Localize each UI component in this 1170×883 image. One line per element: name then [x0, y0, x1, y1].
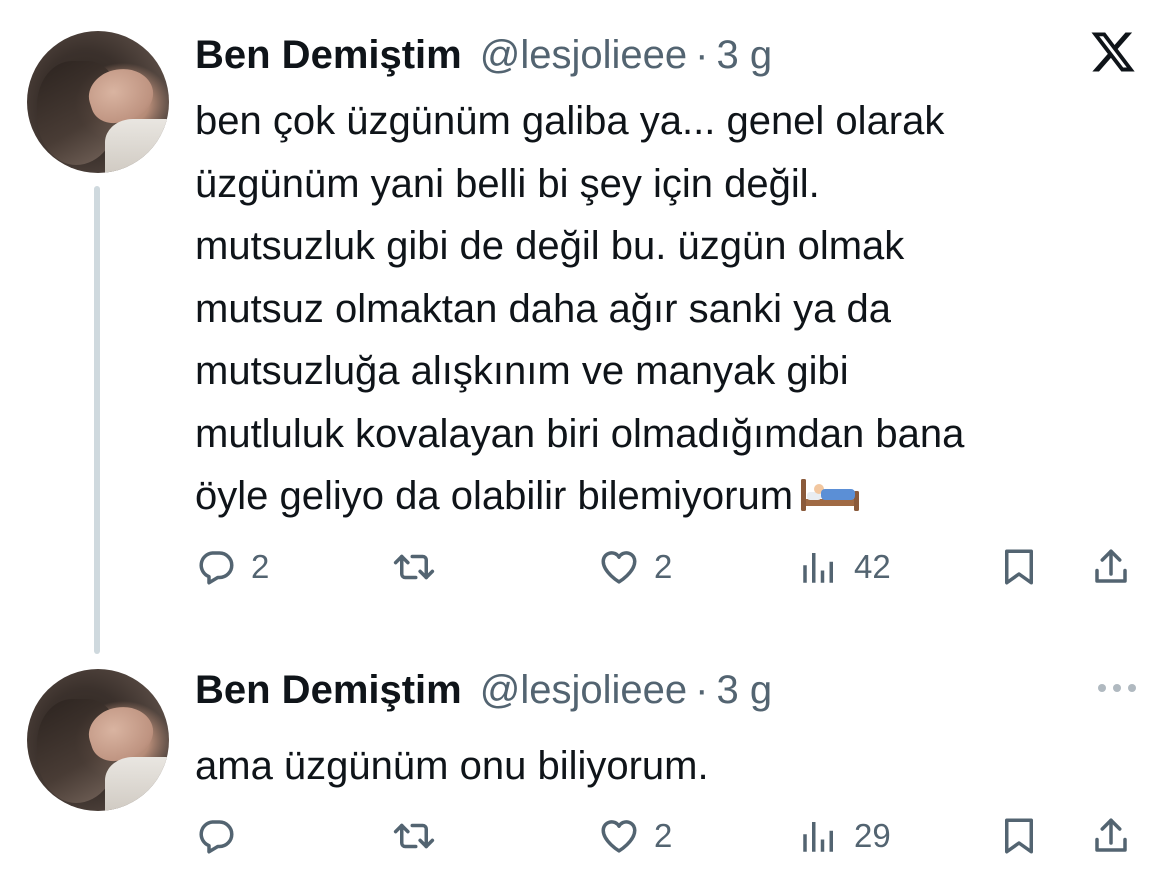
- separator-dot: ·: [695, 32, 709, 77]
- author-name[interactable]: Ben Demiştim: [195, 668, 462, 713]
- author-name[interactable]: Ben Demiştim: [195, 33, 462, 78]
- bookmark-icon: [1005, 818, 1033, 854]
- text-line: mutsuzluğa alışkınım ve manyak gibi: [195, 349, 849, 393]
- reply-button[interactable]: [195, 806, 251, 866]
- retweet-button[interactable]: [393, 806, 449, 866]
- reply-icon: [199, 820, 234, 854]
- heart-icon: [601, 551, 637, 584]
- share-icon: [1095, 818, 1127, 852]
- tweet-2[interactable]: Ben Demiştim @lesjolieee · 3 g ama üzgün…: [0, 640, 1170, 883]
- views-chart-icon: [803, 553, 833, 583]
- retweet-icon: [393, 554, 435, 580]
- bookmark-button[interactable]: [998, 537, 1040, 597]
- tweet-header: Ben Demiştim @lesjolieee · 3 g: [195, 29, 772, 81]
- reply-icon: [199, 551, 234, 585]
- avatar[interactable]: [27, 31, 169, 173]
- text-line: mutsuz olmaktan daha ağır sanki ya da: [195, 286, 891, 331]
- author-handle[interactable]: @lesjolieee: [480, 33, 687, 78]
- like-button[interactable]: 2: [598, 806, 672, 866]
- retweet-button[interactable]: [393, 537, 449, 597]
- author-handle[interactable]: @lesjolieee: [480, 668, 687, 713]
- text-line-last: öyle geliyo da olabilir bilemiyorum: [195, 465, 1155, 528]
- x-logo-icon: [1091, 32, 1135, 72]
- bookmark-button[interactable]: [998, 806, 1040, 866]
- bed-icon: [801, 479, 860, 511]
- like-button[interactable]: 2: [598, 537, 672, 597]
- retweet-icon: [393, 823, 435, 849]
- tweet-actions: 2 2 42: [0, 537, 1170, 597]
- tweet-text: ama üzgünüm onu biliyorum.: [195, 736, 1155, 796]
- separator-dot: ·: [695, 667, 709, 712]
- avatar[interactable]: [27, 669, 169, 811]
- timestamp[interactable]: 3 g: [716, 33, 772, 78]
- tweet-1[interactable]: Ben Demiştim @lesjolieee · 3 g ben çok ü…: [0, 0, 1170, 654]
- text-line: ama üzgünüm onu biliyorum.: [195, 744, 709, 788]
- share-button[interactable]: [1090, 806, 1132, 866]
- views-chart-icon: [803, 822, 833, 852]
- share-icon: [1095, 549, 1127, 583]
- like-count: 2: [654, 817, 673, 854]
- tweet-text: ben çok üzgünüm galiba ya... genel olara…: [195, 90, 1155, 528]
- more-dots-icon[interactable]: [1096, 682, 1138, 694]
- text-line: ben çok üzgünüm galiba ya... genel olara…: [195, 99, 945, 143]
- reply-button[interactable]: 2: [195, 537, 269, 597]
- views-count: 29: [854, 817, 891, 854]
- views-button[interactable]: 42: [798, 537, 891, 597]
- reply-count: 2: [251, 548, 270, 585]
- bookmark-icon: [1005, 549, 1033, 585]
- tweet-actions: 2 29: [0, 806, 1170, 866]
- text-line: mutsuzluk gibi de değil bu. üzgün olmak: [195, 224, 905, 268]
- text-line: üzgünüm yani belli bi şey için değil.: [195, 161, 820, 206]
- views-count: 42: [854, 548, 891, 585]
- like-count: 2: [654, 548, 673, 585]
- views-button[interactable]: 29: [798, 806, 891, 866]
- text-line: öyle geliyo da olabilir bilemiyorum: [195, 474, 794, 518]
- text-line: mutluluk kovalayan biri olmadığımdan ban…: [195, 411, 965, 456]
- tweet-header: Ben Demiştim @lesjolieee · 3 g: [195, 664, 772, 716]
- share-button[interactable]: [1090, 537, 1132, 597]
- heart-icon: [601, 820, 637, 853]
- timestamp[interactable]: 3 g: [716, 668, 772, 713]
